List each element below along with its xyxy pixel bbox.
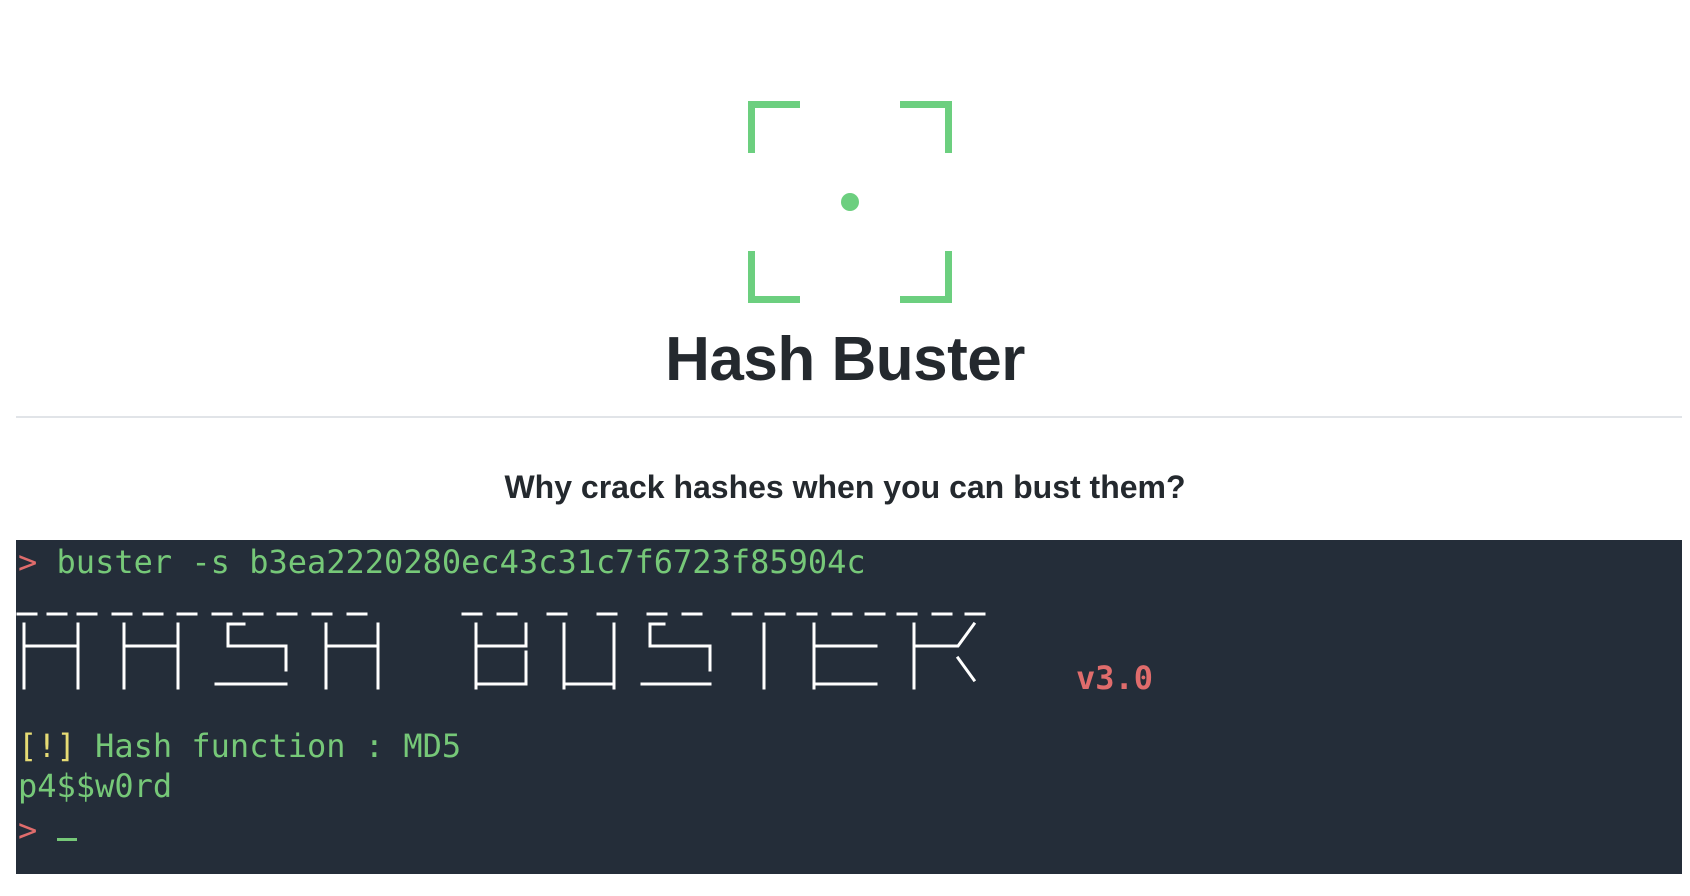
command-text: buster -s b3ea2220280ec43c31c7f6723f8590… bbox=[56, 543, 866, 581]
ascii-banner-hash-buster bbox=[16, 612, 986, 690]
info-marker: [!] bbox=[18, 727, 76, 765]
divider bbox=[16, 416, 1682, 418]
terminal-screenshot: > buster -s b3ea2220280ec43c31c7f6723f85… bbox=[16, 540, 1682, 874]
final-prompt-line: > bbox=[18, 810, 78, 850]
cursor bbox=[57, 812, 78, 841]
page-title: Hash Buster bbox=[665, 325, 1025, 394]
prompt-symbol: > bbox=[18, 543, 38, 581]
tagline: Why crack hashes when you can bust them? bbox=[504, 469, 1186, 505]
info-text: Hash function : MD5 bbox=[95, 727, 462, 765]
version-label: v3.0 bbox=[1076, 659, 1154, 697]
info-line: [!] Hash function : MD5 bbox=[18, 726, 461, 766]
final-prompt-symbol: > bbox=[18, 811, 38, 849]
focus-frame-logo-icon bbox=[748, 101, 952, 303]
result-line: p4$$w0rd bbox=[18, 767, 173, 805]
command-line: > buster -s b3ea2220280ec43c31c7f6723f85… bbox=[18, 542, 866, 582]
